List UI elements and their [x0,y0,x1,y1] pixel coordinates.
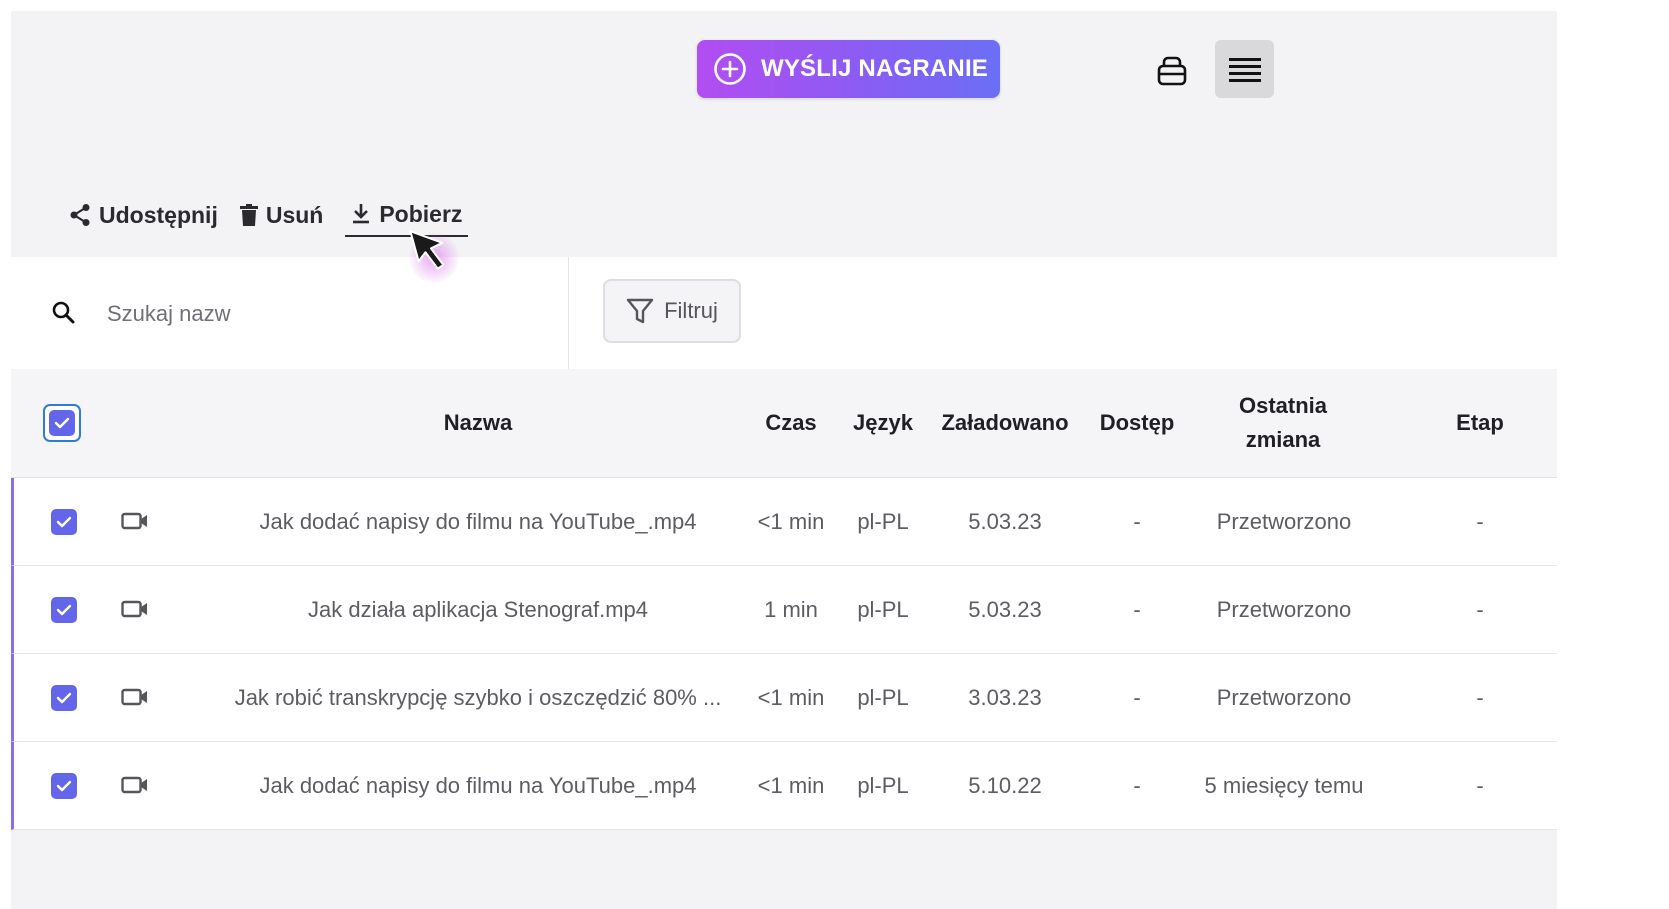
cell-last-change: Przetworzono [1216,597,1352,622]
column-header-language[interactable]: Język [843,369,923,477]
table-row[interactable]: Jak dodać napisy do filmu na YouTube_.mp… [11,742,1557,830]
download-label: Pobierz [379,200,463,227]
cell-uploaded: 5.10.22 [968,773,1042,798]
row-checkbox[interactable] [51,509,77,535]
cell-language: pl-PL [857,685,909,710]
cell-access: - [1133,685,1141,710]
cell-last-change: Przetworzono [1216,685,1352,710]
funnel-icon [626,298,654,324]
delete-label: Usuń [265,201,324,228]
cell-access: - [1133,509,1141,534]
download-button[interactable]: Pobierz [345,193,469,237]
cell-name[interactable]: Jak dodać napisy do filmu na YouTube_.mp… [211,742,745,830]
table-header: Nazwa Czas Język Załadowano Dostęp Ostat… [11,369,1557,478]
cell-uploaded: 5.03.23 [968,597,1042,622]
cell-stage: - [1476,685,1484,710]
cell-stage: - [1476,509,1484,534]
cell-stage: - [1476,597,1484,622]
table-body: Jak dodać napisy do filmu na YouTube_.mp… [11,478,1557,830]
cell-duration: <1 min [757,509,825,534]
menu-button[interactable] [1215,40,1274,98]
cell-uploaded: 5.03.23 [968,509,1042,534]
column-header-access[interactable]: Dostęp [1091,369,1183,477]
search-panel [11,257,569,369]
row-checkbox[interactable] [51,597,77,623]
checkmark-icon [56,516,72,528]
cell-language: pl-PL [857,597,909,622]
video-camera-icon [121,512,147,530]
column-header-uploaded[interactable]: Załadowano [929,369,1081,477]
share-label: Udostępnij [99,201,218,228]
storage-icon[interactable] [1151,49,1193,91]
checkmark-icon [54,417,70,429]
cell-uploaded: 3.03.23 [968,685,1042,710]
cell-access: - [1133,773,1141,798]
cell-name[interactable]: Jak robić transkrypcję szybko i oszczędz… [211,654,745,742]
cell-access: - [1133,597,1141,622]
trash-icon [239,204,258,226]
cell-language: pl-PL [857,773,909,798]
column-header-name[interactable]: Nazwa [211,369,745,477]
cell-duration: <1 min [757,685,825,710]
cell-name[interactable]: Jak dodać napisy do filmu na YouTube_.mp… [211,478,745,566]
plus-circle-icon [714,53,746,85]
column-header-duration[interactable]: Czas [746,369,836,477]
table-row[interactable]: Jak robić transkrypcję szybko i oszczędz… [11,654,1557,742]
table-row[interactable]: Jak dodać napisy do filmu na YouTube_.mp… [11,478,1557,566]
app-root: WYŚLIJ NAGRANIE Udostępnij Usuń Pobierz … [11,11,1557,909]
share-button[interactable]: Udostępnij [69,193,218,237]
column-header-last-change[interactable]: Ostatnia zmiana [1217,369,1349,477]
upload-recording-label: WYŚLIJ NAGRANIE [761,55,989,82]
select-all-checkbox[interactable] [43,404,81,442]
delete-button[interactable]: Usuń [239,193,324,237]
row-checkbox[interactable] [51,685,77,711]
share-icon [70,204,90,226]
video-camera-icon [121,776,147,794]
filter-button[interactable]: Filtruj [603,279,741,343]
search-icon [52,301,75,324]
cell-last-change: 5 miesięcy temu [1204,773,1364,798]
filter-panel: Filtruj [569,257,1557,369]
checkmark-icon [56,780,72,792]
download-icon [353,204,370,224]
bulk-actions-bar: Udostępnij Usuń Pobierz [69,193,469,237]
video-camera-icon [121,688,147,706]
hamburger-menu-icon [1228,58,1261,82]
checkmark-icon [56,692,72,704]
column-header-stage[interactable]: Etap [1431,369,1529,477]
cell-duration: 1 min [764,597,818,622]
table-row[interactable]: Jak działa aplikacja Stenograf.mp4 1 min… [11,566,1557,654]
cell-name[interactable]: Jak działa aplikacja Stenograf.mp4 [211,566,745,654]
upload-recording-button[interactable]: WYŚLIJ NAGRANIE [697,40,1000,98]
cell-duration: <1 min [757,773,825,798]
checkmark-icon [56,604,72,616]
row-checkbox[interactable] [51,773,77,799]
search-input[interactable] [105,291,539,337]
cell-last-change: Przetworzono [1216,509,1352,534]
filter-label: Filtruj [664,298,718,323]
cursor-highlight [409,233,459,283]
cell-stage: - [1476,773,1484,798]
cell-language: pl-PL [857,509,909,534]
video-camera-icon [121,600,147,618]
